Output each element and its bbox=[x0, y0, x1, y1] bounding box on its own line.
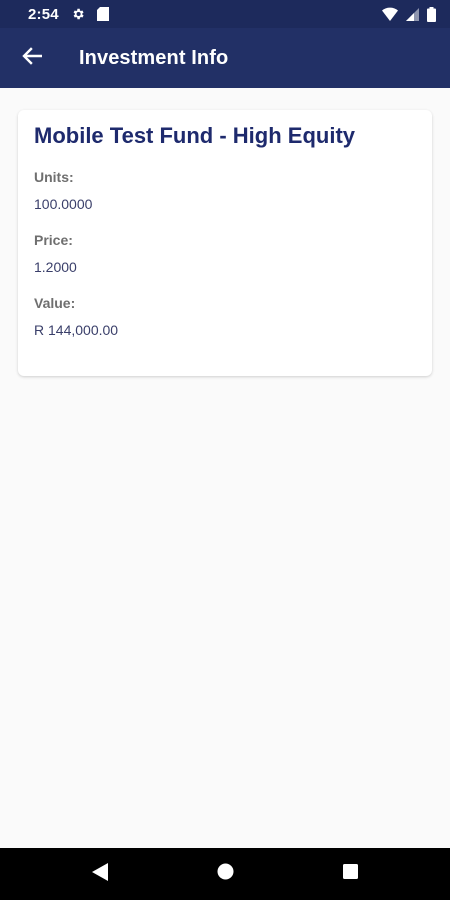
page-title: Investment Info bbox=[79, 46, 229, 69]
status-left: 2:54 bbox=[28, 6, 109, 23]
status-right bbox=[382, 6, 436, 22]
wifi-icon bbox=[382, 7, 398, 21]
units-value: 100.0000 bbox=[34, 196, 93, 212]
fund-name: Mobile Test Fund - High Equity bbox=[34, 123, 356, 148]
status-bar: 2:54 bbox=[0, 0, 450, 28]
arrow-back-icon bbox=[22, 46, 43, 70]
price-label: Price: bbox=[34, 232, 73, 248]
settings-icon bbox=[71, 7, 85, 21]
status-time: 2:54 bbox=[28, 5, 59, 23]
recents-square-icon bbox=[342, 864, 358, 884]
home-circle-icon bbox=[217, 863, 234, 885]
investment-card: Mobile Test Fund - High Equity Units: 10… bbox=[18, 110, 432, 376]
battery-icon bbox=[427, 6, 436, 22]
nav-recents-button[interactable] bbox=[340, 864, 360, 884]
value-value: R 144,000.00 bbox=[34, 322, 119, 338]
nav-home-button[interactable] bbox=[215, 863, 235, 885]
signal-icon bbox=[406, 7, 419, 21]
main-content: Mobile Test Fund - High Equity Units: 10… bbox=[0, 88, 450, 848]
nav-back-button[interactable] bbox=[90, 862, 110, 886]
back-triangle-icon bbox=[92, 862, 108, 886]
price-value: 1.2000 bbox=[34, 259, 77, 275]
app-bar: Investment Info bbox=[0, 28, 450, 88]
back-button[interactable] bbox=[18, 44, 46, 72]
system-nav-bar bbox=[0, 848, 450, 900]
sd-card-icon bbox=[96, 7, 109, 21]
units-label: Units: bbox=[34, 169, 74, 185]
value-label: Value: bbox=[34, 295, 76, 311]
